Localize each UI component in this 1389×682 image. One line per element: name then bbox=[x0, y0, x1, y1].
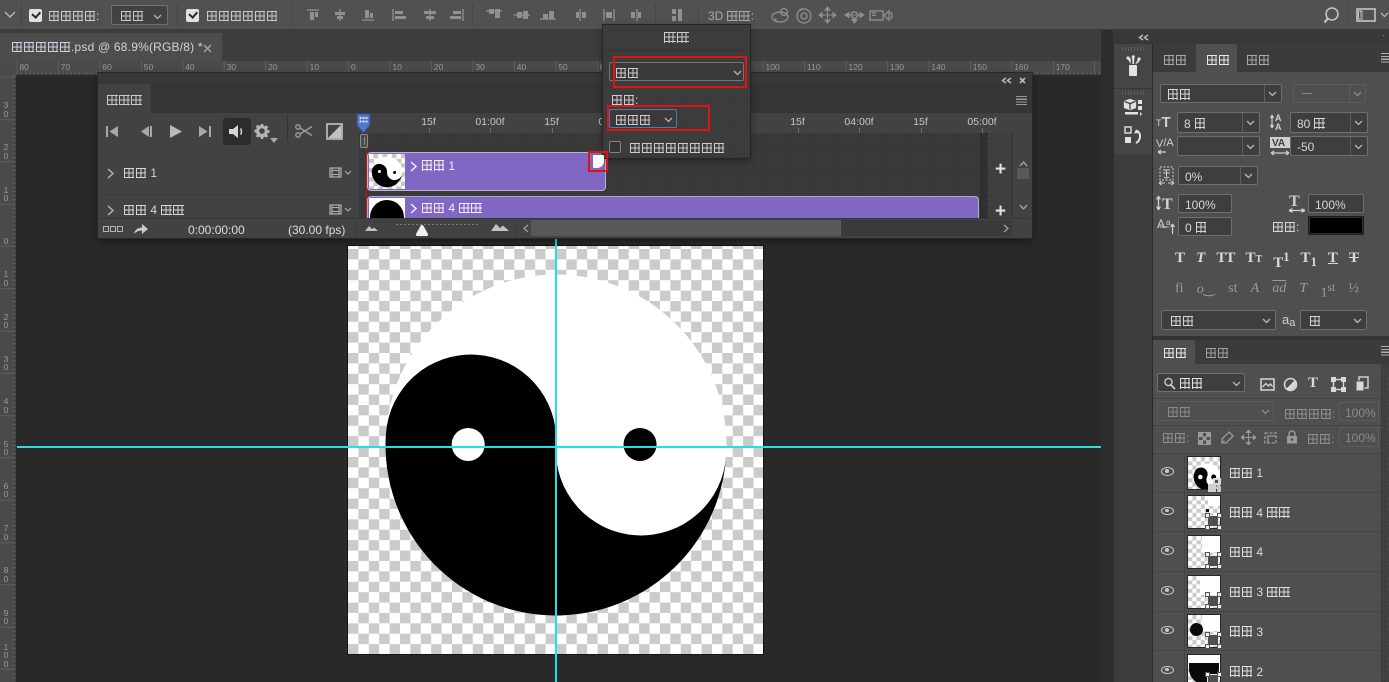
svg-text:A: A bbox=[1157, 217, 1165, 231]
svg-text:T: T bbox=[1289, 193, 1300, 210]
svg-text:A: A bbox=[1275, 122, 1282, 131]
svg-text:V/A: V/A bbox=[1156, 137, 1174, 150]
svg-text:VA: VA bbox=[1272, 138, 1285, 149]
svg-text:a: a bbox=[1166, 218, 1171, 227]
svg-text:T: T bbox=[1162, 196, 1173, 213]
